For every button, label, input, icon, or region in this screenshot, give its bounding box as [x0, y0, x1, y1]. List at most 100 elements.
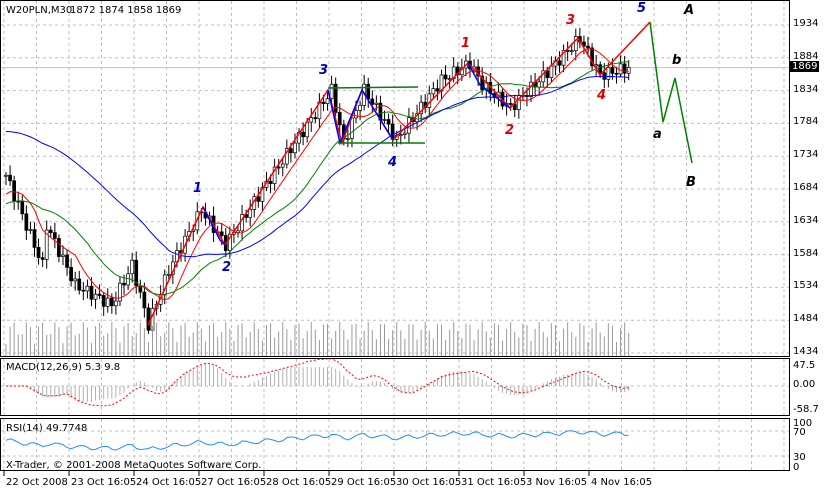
candle-body — [557, 60, 562, 66]
candle-body — [386, 119, 391, 125]
candle-body — [268, 180, 273, 184]
candle-body — [20, 201, 25, 215]
ohlc-label: 1872 1874 1858 1869 — [70, 5, 182, 16]
candle-body — [109, 297, 114, 307]
candle-body — [97, 293, 102, 296]
candle-body — [569, 50, 574, 52]
candle-body — [545, 70, 550, 79]
wave-label-red-2: 2 — [505, 123, 515, 138]
candle-body — [32, 229, 37, 248]
macd-tick: 0.00 — [793, 379, 816, 390]
candle-body — [69, 267, 73, 282]
candle-body — [549, 65, 554, 79]
rsi-label: RSI(14) 49.7748 — [6, 423, 88, 434]
macd-tick: -58.7 — [793, 404, 819, 415]
time-label: 22 Oct 2008 — [6, 477, 68, 488]
candle-body — [57, 238, 61, 257]
time-label: 30 Oct 16:05 — [396, 477, 462, 488]
time-label: 27 Oct 16:05 — [201, 477, 267, 488]
candle-body — [81, 289, 86, 292]
candle-body — [12, 180, 16, 202]
candle-body — [28, 229, 33, 231]
candle-body — [610, 67, 615, 74]
candle-body — [40, 257, 45, 260]
wave-label-a: a — [653, 127, 662, 142]
candle-body — [89, 285, 94, 300]
rsi-tick: 0 — [793, 462, 800, 473]
candle-body — [447, 78, 452, 81]
candle-body — [435, 88, 440, 92]
macd-label: MACD(12,26,9) 5.3 9.8 — [6, 362, 121, 373]
wave-label-red-1: 1 — [461, 36, 471, 51]
candle-body — [289, 148, 293, 154]
channel-top-line — [327, 86, 419, 89]
time-label: 23 Oct 16:05 — [71, 477, 137, 488]
candle-body — [85, 285, 90, 292]
candle-body — [138, 285, 143, 293]
candle-body — [618, 63, 623, 75]
price-tick: 1684 — [793, 182, 819, 193]
wave-label-blue-5: 5 — [637, 1, 647, 16]
price-tick: 1584 — [793, 247, 819, 259]
candle-body — [142, 291, 147, 309]
candle-body — [403, 132, 407, 136]
candle-body — [248, 209, 253, 218]
price-tick: 1734 — [793, 149, 819, 161]
candle-body — [398, 134, 403, 137]
metatrader-chart-window: W20PLN,M30 1872 1874 1858 1869 1934 1884 1… — [0, 0, 826, 493]
time-label: 4 Nov 16:05 — [591, 477, 653, 488]
candle-body — [105, 297, 110, 307]
candle-body — [130, 259, 135, 275]
candle-body — [614, 72, 619, 75]
candle-body — [443, 74, 448, 80]
candle-body — [93, 293, 98, 300]
price-tick: 1834 — [793, 83, 819, 95]
wave-label-red-3: 3 — [566, 13, 576, 28]
rsi-line — [5, 430, 629, 451]
candle-body — [321, 101, 326, 104]
candle-body — [280, 163, 285, 168]
price-chart[interactable] — [0, 0, 826, 493]
candle-body — [48, 229, 53, 233]
time-label: 31 Oct 16:05 — [461, 477, 527, 488]
candle-body — [382, 119, 387, 121]
candle-body — [122, 282, 126, 286]
time-label: 29 Oct 16:05 — [331, 477, 397, 488]
current-price-badge: 1869 — [790, 61, 820, 72]
candle-body — [346, 138, 350, 140]
wave-label-blue-3: 3 — [319, 63, 329, 78]
candle-body — [374, 102, 379, 105]
candle-body — [166, 273, 171, 276]
candle-body — [622, 63, 627, 74]
candle-body — [586, 45, 590, 49]
candle-body — [219, 231, 224, 236]
wave-label-b: b — [672, 53, 682, 68]
candle-body — [8, 174, 12, 182]
wave-label-blue-2: 2 — [222, 260, 232, 275]
candle-body — [329, 83, 334, 100]
candle-body — [325, 98, 330, 104]
candle-body — [626, 67, 631, 74]
candle-body — [337, 112, 342, 126]
price-tick: 1434 — [793, 346, 819, 357]
price-tick: 1534 — [793, 280, 819, 292]
candle-body — [366, 83, 371, 100]
price-tick: 1784 — [793, 116, 819, 128]
candle-body — [606, 67, 611, 80]
candle-body — [537, 81, 542, 88]
candle-body — [146, 307, 151, 331]
candle-body — [36, 247, 41, 259]
candle-body — [77, 278, 82, 291]
candle-body — [293, 142, 297, 154]
copyright-text: X-Trader, © 2001-2008 MetaQuotes Softwar… — [6, 460, 262, 471]
wave-label-red-4: 4 — [597, 88, 607, 103]
time-label: 3 Nov 16:05 — [526, 477, 588, 488]
time-label: 28 Oct 16:05 — [266, 477, 332, 488]
rsi-tick: 70 — [793, 427, 806, 438]
candle-body — [313, 117, 318, 120]
price-tick: 1484 — [793, 313, 819, 325]
candle-body — [309, 117, 314, 123]
macd-tick: 47.5 — [793, 360, 816, 371]
wave-label-blue-1: 1 — [193, 181, 203, 196]
candle-body — [431, 88, 436, 95]
